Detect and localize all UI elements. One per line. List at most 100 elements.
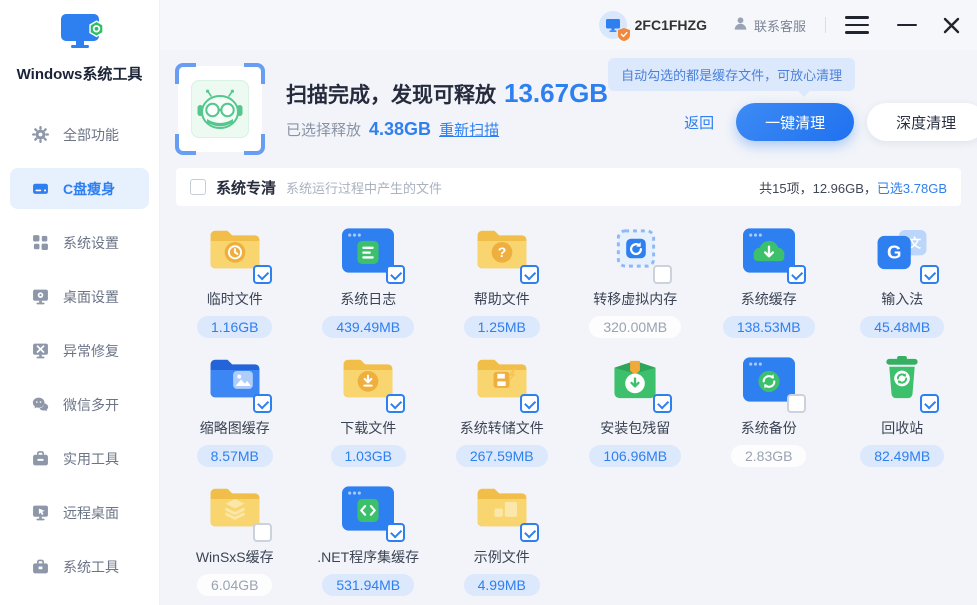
remote-desktop-icon [32,504,49,521]
item-size-badge: 106.96MB [589,445,681,467]
item-checkbox[interactable] [253,523,272,542]
cleanup-item[interactable]: 系统缓存 138.53MB [702,226,836,338]
desktop-gear-icon [32,288,49,305]
sidebar-item-wechat[interactable]: 微信多开 [10,384,149,425]
sidebar-item-label: 微信多开 [63,395,119,415]
item-checkbox[interactable] [920,394,939,413]
item-label: .NET程序集缓存 [317,547,419,567]
item-label: WinSxS缓存 [196,547,274,567]
selected-release-size: 4.38GB [369,119,431,140]
cleanup-item[interactable]: 转移虚拟内存320.00MB [569,226,703,338]
item-checkbox[interactable] [520,265,539,284]
item-checkbox[interactable] [386,265,405,284]
person-icon [733,16,748,34]
contact-support-label: 联系客服 [754,16,806,35]
cleanup-item[interactable]: 缩略图缓存8.57MB [168,355,302,467]
sidebar-item-gear[interactable]: 全部功能 [10,114,149,155]
item-checkbox[interactable] [520,523,539,542]
disk-icon [32,180,49,197]
item-checkbox[interactable] [253,265,272,284]
device-chip[interactable]: 2FC1FHZG [599,11,707,39]
item-label: 帮助文件 [474,289,530,309]
minimize-button[interactable] [897,24,917,27]
item-size-badge: 82.49MB [860,445,944,467]
briefcase-icon [32,558,49,575]
item-size-badge: 6.04GB [197,574,272,596]
item-checkbox[interactable] [386,523,405,542]
item-checkbox[interactable] [787,265,806,284]
item-label: 系统转储文件 [460,418,544,438]
close-button[interactable] [943,17,960,34]
cleanup-item[interactable]: ?帮助文件1.25MB [435,226,569,338]
menu-icon[interactable] [845,16,869,34]
sidebar-item-toolbox[interactable]: 实用工具 [10,438,149,479]
sidebar-item-desktop-gear[interactable]: 桌面设置 [10,276,149,317]
sidebar-item-label: C盘瘦身 [63,179,115,199]
item-size-badge: 320.00MB [589,316,681,338]
item-checkbox[interactable] [253,394,272,413]
item-size-badge: 4.99MB [464,574,540,596]
cleanup-items-grid: 临时文件1.16GB系统日志439.49MB?帮助文件1.25MB转移虚拟内存3… [160,206,977,596]
item-checkbox[interactable] [920,265,939,284]
sidebar: Windows系统工具 全部功能 C盘瘦身系统设置桌面设置异常修复微信多开实用工具… [0,0,160,605]
wechat-icon [32,396,49,413]
item-label: 系统日志 [340,289,396,309]
sidebar-item-briefcase[interactable]: 系统工具 [10,546,149,587]
section-selected-size: 已选3.78GB [877,181,947,196]
item-label: 系统缓存 [741,289,797,309]
cleanup-item[interactable]: 系统转储文件 267.59MB [435,355,569,467]
item-label: 输入法 [881,289,923,309]
main-panel: 2FC1FHZG 联系客服 [160,0,977,605]
item-label: 安装包残留 [600,418,670,438]
cleanup-item[interactable]: WinSxS缓存 6.04GB [168,484,302,596]
auto-select-tooltip: 自动勾选的都是缓存文件，可放心清理 [608,58,855,91]
gear-icon [32,126,49,143]
item-size-badge: 138.53MB [723,316,815,338]
sidebar-item-disk[interactable]: C盘瘦身 [10,168,149,209]
item-label: 下载文件 [340,418,396,438]
item-checkbox[interactable] [653,265,672,284]
item-checkbox[interactable] [653,394,672,413]
item-size-badge: 45.48MB [860,316,944,338]
svg-text:?: ? [497,244,506,260]
sidebar-item-repair[interactable]: 异常修复 [10,330,149,371]
total-releasable-size: 13.67GB [504,78,608,109]
sidebar-menu: 全部功能 C盘瘦身系统设置桌面设置异常修复微信多开实用工具远程桌面系统工具 [0,114,159,587]
section-subtitle: 系统运行过程中产生的文件 [286,178,442,197]
item-checkbox[interactable] [386,394,405,413]
sidebar-item-label: 桌面设置 [63,287,119,307]
device-id: 2FC1FHZG [635,17,707,33]
scan-robot-icon [178,66,262,152]
section-checkbox[interactable] [190,179,206,195]
cleanup-item[interactable]: 系统日志 439.49MB [302,226,436,338]
cleanup-item[interactable]: 文G输入法45.48MB [836,226,970,338]
device-monitor-icon [599,11,627,39]
cleanup-item[interactable]: 示例文件 4.99MB [435,484,569,596]
item-size-badge: 439.49MB [322,316,414,338]
cleanup-item[interactable]: 安装包残留 106.96MB [569,355,703,467]
item-size-badge: 267.59MB [456,445,548,467]
system-clean-section-bar: 系统专清 系统运行过程中产生的文件 共15项，12.96GB，已选3.78GB [176,168,961,206]
one-click-clean-button[interactable]: 一键清理 [736,103,854,141]
repair-icon [32,342,49,359]
cleanup-item[interactable]: 回收站82.49MB [836,355,970,467]
cleanup-item[interactable]: .NET程序集缓存531.94MB [302,484,436,596]
app-logo: Windows系统工具 [0,12,159,84]
item-size-badge: 2.83GB [731,445,806,467]
item-size-badge: 1.03GB [331,445,406,467]
deep-clean-button[interactable]: 深度清理 [867,103,977,141]
selected-release-line: 已选择释放 4.38GB 重新扫描 [286,119,608,140]
cleanup-item[interactable]: 系统备份2.83GB [702,355,836,467]
cleanup-item[interactable]: 下载文件 1.03GB [302,355,436,467]
cleanup-item[interactable]: 临时文件1.16GB [168,226,302,338]
app-logo-icon [56,12,104,59]
rescan-link[interactable]: 重新扫描 [439,119,499,140]
contact-support-button[interactable]: 联系客服 [733,16,806,35]
item-label: 临时文件 [207,289,263,309]
sidebar-item-remote-desktop[interactable]: 远程桌面 [10,492,149,533]
back-link[interactable]: 返回 [684,112,714,133]
sidebar-item-grid[interactable]: 系统设置 [10,222,149,263]
item-checkbox[interactable] [787,394,806,413]
item-checkbox[interactable] [520,394,539,413]
item-label: 示例文件 [474,547,530,567]
